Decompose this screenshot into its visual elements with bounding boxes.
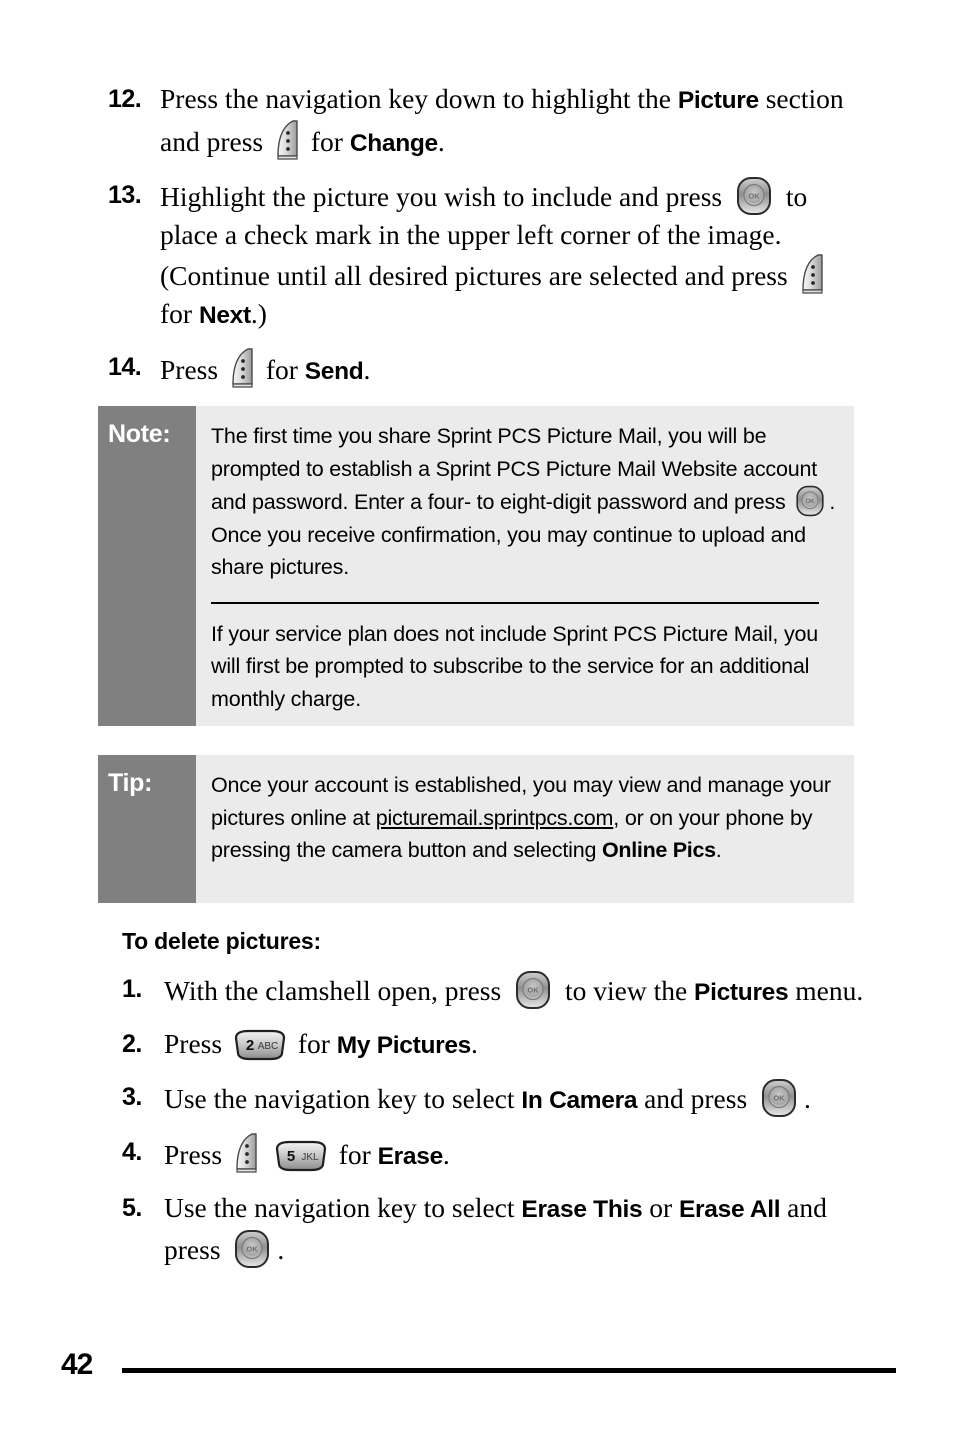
note-paragraph-2: If your service plan does not include Sp… — [211, 621, 819, 711]
step-text-run: for — [290, 1028, 337, 1059]
step-text: Press 5 JKL for Erase. — [164, 1133, 864, 1176]
list-item: 4. Press 5 JKL for Erase. — [122, 1133, 864, 1176]
svg-text:OK: OK — [247, 1245, 259, 1254]
list-item: 3. Use the navigation key to select In C… — [122, 1078, 864, 1120]
tip-callout: Tip: Once your account is established, y… — [98, 755, 854, 903]
list-item: 13. Highlight the picture you wish to in… — [108, 176, 864, 335]
emphasis-erase: Erase — [377, 1143, 444, 1170]
softkey-right-icon — [274, 120, 300, 160]
page-subheading: To delete pictures: — [122, 928, 321, 954]
tip-paragraph: Once your account is established, you ma… — [211, 769, 838, 867]
emphasis-pictures: Pictures — [694, 979, 789, 1006]
note-divider — [211, 601, 819, 604]
step-text-run: With the clamshell open, press — [164, 975, 509, 1006]
footer-divider — [122, 1368, 896, 1373]
step-text-run: Highlight the picture you wish to includ… — [160, 181, 730, 212]
svg-text:ABC: ABC — [258, 1041, 279, 1052]
svg-text:OK: OK — [527, 986, 539, 995]
step-text-run: Use the navigation key to select — [164, 1192, 522, 1223]
step-text-run: Press — [164, 1028, 229, 1059]
list-item: 1. With the clamshell open, press OK to … — [122, 970, 864, 1012]
page-number: 42 — [61, 1348, 93, 1381]
steps-list-top: 12. Press the navigation key down to hig… — [108, 80, 864, 404]
step-text-run: Press — [160, 354, 225, 385]
step-text-run: or — [642, 1192, 680, 1223]
emphasis-my-pictures: My Pictures — [336, 1032, 472, 1059]
note-text-run: The first time you share Sprint PCS Pict… — [211, 424, 818, 514]
step-text-run: . — [442, 1139, 450, 1170]
step-text-run — [263, 1139, 270, 1170]
emphasis-in-camera: In Camera — [521, 1087, 638, 1114]
emphasis-change: Change — [349, 130, 438, 157]
emphasis-picture: Picture — [677, 87, 759, 114]
svg-text:5: 5 — [287, 1148, 295, 1165]
note-callout-body: The first time you share Sprint PCS Pict… — [196, 406, 854, 726]
step-number: 2. — [122, 1030, 142, 1058]
picturemail-link[interactable]: picturemail.sprintpcs.com — [376, 806, 614, 830]
note-callout-label: Note: — [98, 406, 196, 726]
step-text-run: Press — [164, 1139, 229, 1170]
ok-navigation-key-icon: OK — [512, 970, 554, 1010]
list-item: 5. Use the navigation key to select Eras… — [122, 1189, 864, 1269]
svg-text:2: 2 — [246, 1037, 254, 1054]
note-callout: Note: The first time you share Sprint PC… — [98, 406, 854, 726]
emphasis-send: Send — [304, 358, 364, 385]
keypad-5-jkl-icon: 5 JKL — [274, 1140, 328, 1172]
step-text-run: .) — [250, 298, 267, 329]
step-text: Press the navigation key down to highlig… — [160, 80, 864, 163]
step-text-run: for — [160, 298, 199, 329]
emphasis-erase-all: Erase All — [679, 1196, 781, 1223]
step-text-run: . — [437, 126, 445, 157]
step-text-run: . — [363, 354, 371, 385]
softkey-right-icon — [233, 1133, 259, 1173]
step-text: Use the navigation key to select Erase T… — [164, 1189, 864, 1269]
list-item: 12. Press the navigation key down to hig… — [108, 80, 864, 163]
note-paragraph-1: The first time you share Sprint PCS Pict… — [211, 420, 838, 584]
ok-navigation-key-icon: OK — [758, 1078, 800, 1118]
step-text-run: and press — [637, 1083, 755, 1114]
steps-list-bottom: 1. With the clamshell open, press OK to … — [122, 970, 864, 1282]
step-number: 3. — [122, 1083, 142, 1111]
tip-text-run: . — [715, 838, 722, 862]
softkey-right-icon — [799, 254, 825, 294]
svg-text:OK: OK — [748, 192, 760, 201]
list-item: 14. Press for Send. — [108, 348, 864, 391]
step-text: Highlight the picture you wish to includ… — [160, 176, 864, 335]
step-number: 5. — [122, 1194, 142, 1222]
step-text-run: . — [804, 1083, 811, 1114]
ok-navigation-key-icon: OK — [733, 176, 775, 216]
step-text-run: Press the navigation key down to highlig… — [160, 83, 678, 114]
keypad-2-abc-icon: 2 ABC — [233, 1029, 287, 1061]
step-number: 4. — [122, 1138, 142, 1166]
emphasis-online-pics: Online Pics — [602, 838, 716, 862]
step-text-run: Use the navigation key to select — [164, 1083, 522, 1114]
emphasis-erase-this: Erase This — [521, 1196, 643, 1223]
step-number: 14. — [108, 353, 142, 381]
step-text-run: menu. — [788, 975, 864, 1006]
step-number: 12. — [108, 85, 142, 113]
svg-text:JKL: JKL — [301, 1152, 319, 1163]
emphasis-next: Next — [198, 302, 251, 329]
step-text-run: to view the — [558, 975, 695, 1006]
svg-text:OK: OK — [806, 499, 816, 505]
step-text: With the clamshell open, press OK to vie… — [164, 970, 864, 1012]
step-text-run: for — [331, 1139, 378, 1170]
softkey-right-icon — [229, 348, 255, 388]
ok-navigation-key-icon: OK — [231, 1229, 273, 1269]
step-text: Press 2 ABC for My Pictures. — [164, 1025, 864, 1065]
step-number: 13. — [108, 181, 142, 209]
list-item: 2. Press 2 ABC for My Pictures. — [122, 1025, 864, 1065]
step-number: 1. — [122, 975, 142, 1003]
step-text: Use the navigation key to select In Came… — [164, 1078, 864, 1120]
step-text-run: . — [277, 1234, 285, 1265]
ok-navigation-key-icon: OK — [793, 485, 827, 517]
manual-page: 12. Press the navigation key down to hig… — [0, 0, 954, 1431]
step-text-run: for — [303, 126, 350, 157]
tip-callout-body: Once your account is established, you ma… — [196, 755, 854, 903]
step-text-run: . — [471, 1028, 478, 1059]
tip-callout-label: Tip: — [98, 755, 196, 903]
svg-text:OK: OK — [773, 1094, 785, 1103]
step-text: Press for Send. — [160, 348, 864, 391]
step-text-run: for — [258, 354, 305, 385]
